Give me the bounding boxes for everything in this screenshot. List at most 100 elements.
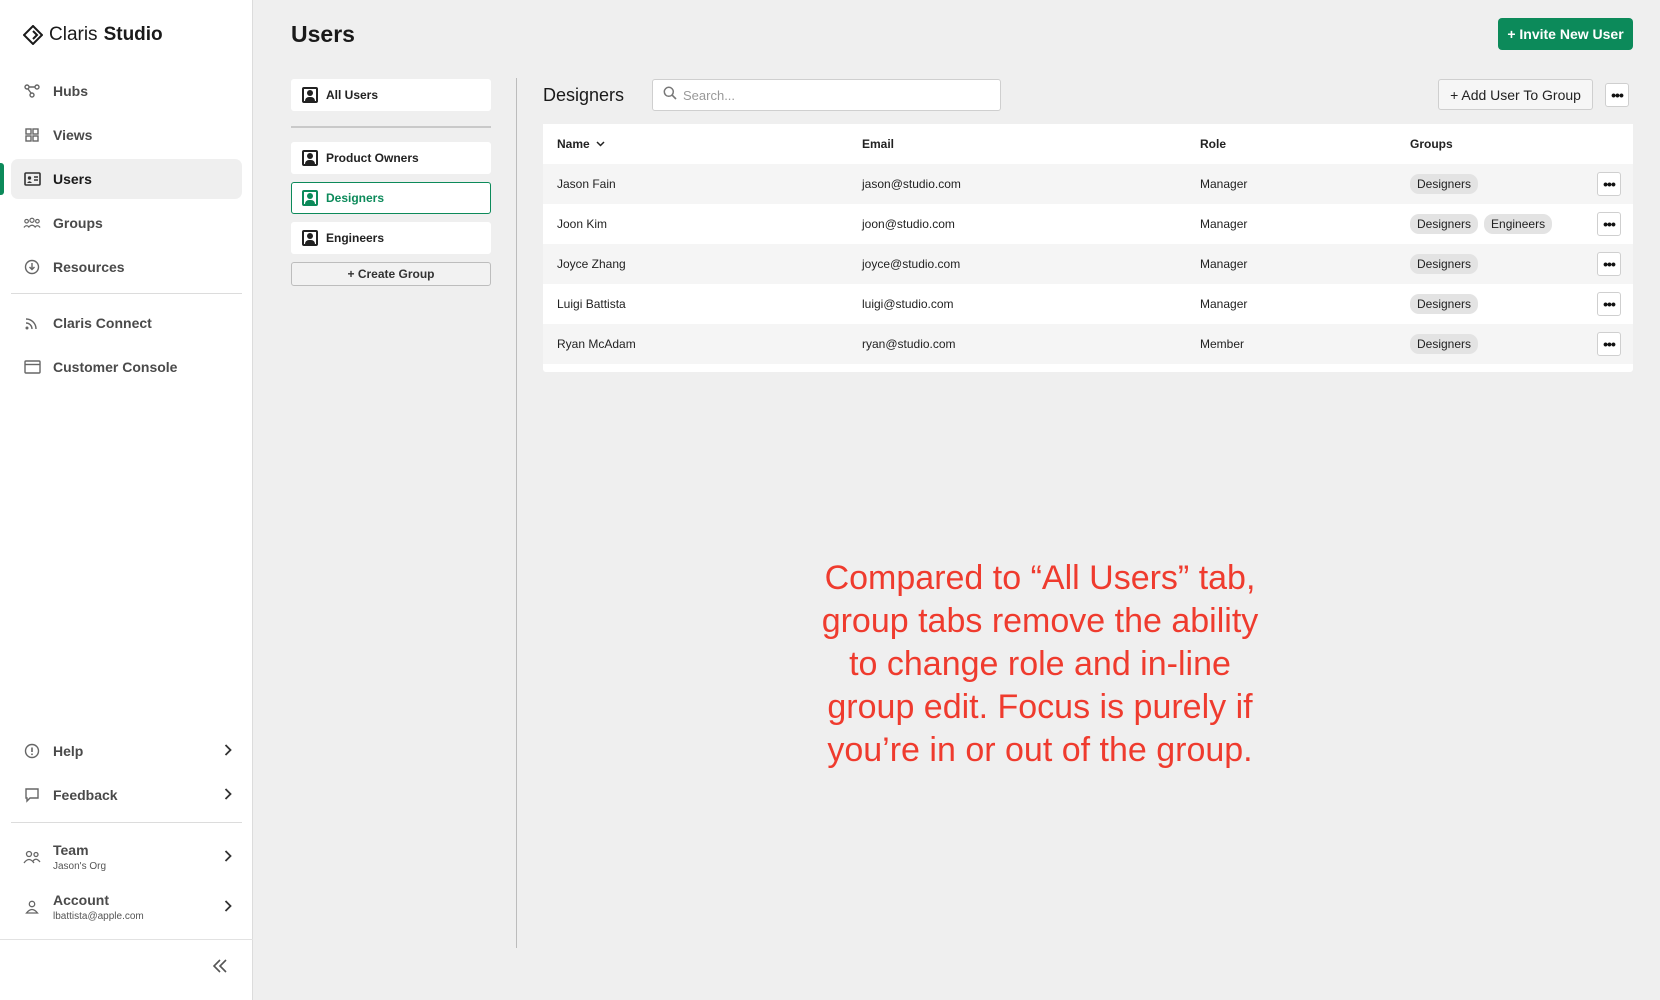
team-icon [23,848,41,866]
user-name: Joyce Zhang [557,257,626,271]
group-tab-product-owners[interactable]: Product Owners [291,142,491,174]
chevron-right-icon [224,787,232,803]
search-input[interactable] [683,87,983,103]
table-header: Name Email Role Groups [543,124,1633,164]
group-tag: Designers [1410,214,1479,234]
user-groups: Designers [1410,334,1479,354]
more-options-button[interactable]: ••• [1605,83,1629,107]
column-header-role: Role [1200,137,1227,151]
feedback-icon [23,786,41,804]
sidebar-item-customer-console[interactable]: Customer Console [11,347,242,387]
row-more-options-button[interactable]: ••• [1597,172,1621,196]
user-name: Luigi Battista [557,297,626,311]
chevron-right-icon [224,849,232,865]
row-more-options-button[interactable]: ••• [1597,292,1621,316]
team-label: Team [53,842,89,858]
user-email: joyce@studio.com [862,257,961,271]
sidebar-item-label: Resources [53,259,125,275]
table-row[interactable]: Ryan McAdam ryan@studio.com Member Desig… [543,324,1633,364]
user-name: Ryan McAdam [557,337,636,351]
connect-icon [23,314,41,332]
group-tab-label: Product Owners [326,151,419,165]
chevron-right-icon [224,899,232,915]
group-tag: Designers [1410,254,1479,274]
account-icon [23,898,41,916]
sidebar-item-label: Groups [53,215,103,231]
sidebar-item-feedback[interactable]: Feedback [11,775,242,815]
account-text: Account lbattista@apple.com [53,892,144,922]
table-row[interactable]: Joyce Zhang joyce@studio.com Manager Des… [543,244,1633,284]
user-role: Member [1200,337,1245,351]
user-card-icon [302,230,318,246]
create-group-button[interactable]: + Create Group [291,262,491,286]
user-groups: Designers [1410,294,1479,314]
user-role: Manager [1200,297,1248,311]
group-tag: Designers [1410,334,1479,354]
annotation-line: group tabs remove the ability [821,602,1259,640]
sidebar-item-label: Users [53,171,92,187]
table-row[interactable]: Jason Fain jason@studio.com Manager Desi… [543,164,1633,204]
user-groups: Designers [1410,174,1479,194]
account-email: lbattista@apple.com [53,911,144,922]
group-list: All Users Product Owners Designers Engin… [291,79,491,286]
resources-icon [23,258,41,276]
annotation-line: group edit. Focus is purely if [827,688,1253,726]
table-row[interactable]: Luigi Battista luigi@studio.com Manager … [543,284,1633,324]
sidebar-item-views[interactable]: Views [11,115,242,155]
group-tab-designers[interactable]: Designers [291,182,491,214]
group-tab-label: Designers [326,191,385,205]
user-card-icon [302,87,318,103]
section-title: Designers [543,85,625,105]
column-divider [516,78,517,948]
column-header-label: Name [557,137,590,151]
design-annotation: Compared to “All Users” tab, group tabs … [780,557,1300,772]
table-body: Jason Fain jason@studio.com Manager Desi… [543,164,1633,364]
user-name: Jason Fain [557,177,616,191]
column-header-name[interactable]: Name [557,137,605,151]
invite-new-user-button[interactable]: + Invite New User [1498,18,1633,50]
annotation-line: you’re in or out of the group. [827,731,1253,769]
group-tag: Engineers [1484,214,1553,234]
group-tag: Designers [1410,174,1479,194]
table-row[interactable]: Joon Kim joon@studio.com Manager Designe… [543,204,1633,244]
search-icon [663,86,677,105]
sidebar-divider [11,293,242,294]
sidebar-item-label: Help [53,743,84,759]
row-more-options-button[interactable]: ••• [1597,332,1621,356]
user-role: Manager [1200,217,1248,231]
group-tab-engineers[interactable]: Engineers [291,222,491,254]
user-email: joon@studio.com [862,217,955,231]
sidebar-item-account[interactable]: Account lbattista@apple.com [11,884,242,930]
user-role: Manager [1200,257,1248,271]
views-icon [23,126,41,144]
row-more-options-button[interactable]: ••• [1597,212,1621,236]
account-label: Account [53,892,109,908]
sidebar-item-help[interactable]: Help [11,731,242,771]
team-text: Team Jason's Org [53,842,106,872]
sidebar-item-label: Hubs [53,83,88,99]
sidebar-item-claris-connect[interactable]: Claris Connect [11,303,242,343]
secondary-nav: Claris Connect Customer Console [11,303,242,391]
help-icon [23,742,41,760]
user-groups: Designers Engineers [1410,214,1553,234]
claris-logo[interactable]: Claris Studio [23,24,163,46]
add-user-to-group-button[interactable]: + Add User To Group [1438,79,1593,110]
logo-bold-text: Studio [103,24,163,45]
sidebar-item-groups[interactable]: Groups [11,203,242,243]
sidebar-item-resources[interactable]: Resources [11,247,242,287]
chevron-right-icon [224,743,232,759]
group-tag: Designers [1410,294,1479,314]
sidebar-item-team[interactable]: Team Jason's Org [11,834,242,880]
sidebar-item-users[interactable]: Users [0,159,242,199]
user-role: Manager [1200,177,1248,191]
group-tab-label: All Users [326,88,379,102]
row-more-options-button[interactable]: ••• [1597,252,1621,276]
collapse-sidebar-icon[interactable] [212,957,228,978]
sidebar-item-hubs[interactable]: Hubs [11,71,242,111]
page-title: Users [291,21,355,47]
column-header-email: Email [862,137,895,151]
group-tab-all-users[interactable]: All Users [291,79,491,111]
hubs-icon [23,82,41,100]
claris-logo-icon [23,25,43,45]
console-icon [23,358,41,376]
